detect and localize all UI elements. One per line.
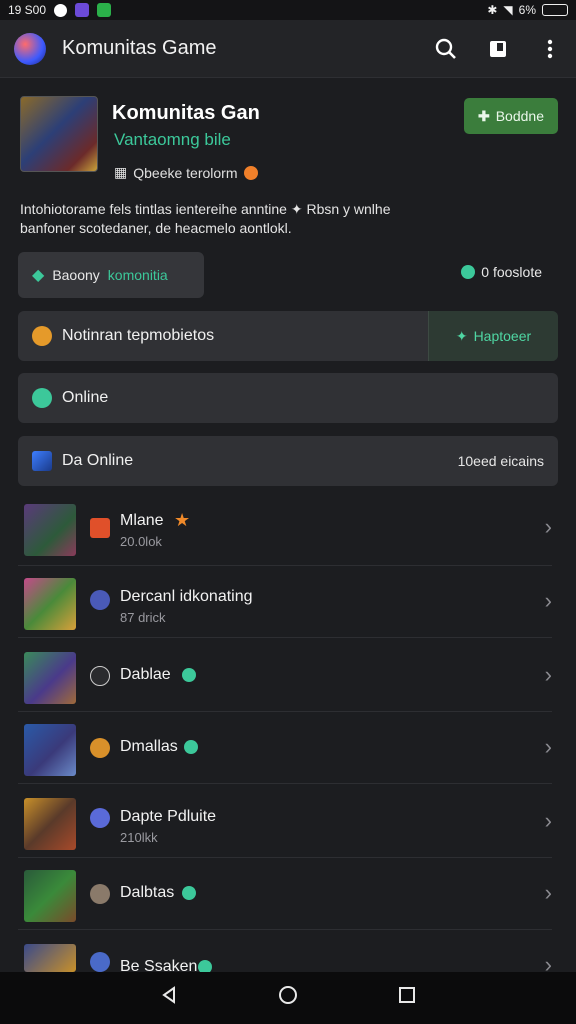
- gift-icon: ▦: [114, 164, 128, 180]
- members-icon: [461, 265, 476, 279]
- da-online-label: Da Online: [62, 452, 134, 469]
- chevron-right-icon: ›: [544, 514, 552, 539]
- online-status-icon: [184, 740, 198, 754]
- online-status-icon: [182, 668, 196, 682]
- badge-icon: [90, 884, 110, 904]
- online-label: Online: [62, 389, 109, 406]
- chevron-right-icon: ›: [544, 734, 552, 759]
- avatar: [24, 944, 76, 972]
- avatar: [24, 870, 76, 922]
- list-item[interactable]: Dmallas ›: [18, 712, 552, 784]
- search-icon[interactable]: [434, 37, 458, 61]
- list-item-name: Dapte Pdluite: [120, 808, 217, 825]
- bluetooth-icon: ✱: [487, 3, 498, 17]
- notification-icon-3: [97, 3, 112, 17]
- battery-icon: [542, 4, 568, 16]
- community-row: ◆ Baoony komonitia 0 fooslote: [18, 252, 558, 300]
- back-icon[interactable]: [157, 986, 181, 1010]
- notification-bar[interactable]: Notinran tepmobietos ✦ Haptoeer: [18, 311, 558, 361]
- community-pill[interactable]: ◆ Baoony komonitia: [18, 252, 204, 298]
- notification-icon-1: [54, 3, 68, 17]
- game-thumbnail: [20, 96, 98, 172]
- online-status-icon: [182, 886, 196, 900]
- notification-face-icon: [32, 326, 52, 346]
- badge-icon: [90, 738, 110, 758]
- notification-action[interactable]: ✦ Haptoeer: [428, 311, 558, 361]
- coin-icon: [243, 165, 258, 180]
- list-item-name: Dalbtas: [120, 884, 175, 901]
- app-title: Komunitas Game: [62, 37, 217, 59]
- list-item-sub: 20.0lok: [120, 534, 162, 549]
- chevron-right-icon: ›: [544, 808, 552, 833]
- app-bar: Komunitas Game: [0, 20, 576, 78]
- badge-icon: [90, 590, 110, 610]
- list-item-name: Dablae: [120, 666, 171, 683]
- avatar: [24, 724, 76, 776]
- list-item-name: Dercanl idkonating: [120, 588, 253, 605]
- chevron-right-icon: ›: [544, 588, 552, 613]
- plus-icon: ✚: [477, 107, 490, 124]
- system-nav-bar: [0, 972, 576, 1024]
- list-item[interactable]: Dalbtas ›: [18, 858, 552, 930]
- list-item-name: Mlane: [120, 512, 164, 529]
- list-item-sub: 210lkk: [120, 830, 158, 845]
- bookmark-icon[interactable]: [486, 37, 510, 61]
- list-item[interactable]: Dablae ›: [18, 640, 552, 712]
- list-item-name: Dmallas: [120, 738, 178, 755]
- battery-percent: 6%: [518, 3, 536, 17]
- game-description: Intohiotorame fels tintlas ientereihe an…: [20, 201, 391, 236]
- chevron-right-icon: ›: [544, 880, 552, 905]
- recents-icon[interactable]: [395, 986, 419, 1010]
- wifi-icon: ◥: [503, 3, 513, 17]
- avatar: [24, 578, 76, 630]
- join-button[interactable]: ✚ Boddne: [464, 98, 558, 134]
- list-item[interactable]: Dercanl idkonating 87 drick ›: [18, 566, 552, 638]
- member-count-text: 0 fooslote: [481, 264, 542, 280]
- status-bar: 19 S00 ✱ ◥ 6%: [0, 0, 576, 20]
- community-pill-accent: komonitia: [107, 267, 168, 283]
- list-item[interactable]: Dapte Pdluite 210lkk ›: [18, 786, 552, 858]
- da-online-count: 10eed eicains: [457, 453, 544, 469]
- game-meta-text: Qbeeke terolorm: [133, 164, 238, 181]
- list-item[interactable]: Mlane ★ 20.0lok ›: [18, 494, 552, 566]
- game-name: Komunitas Gan: [112, 102, 260, 124]
- game-meta: ▦ Qbeeke terolorm: [114, 164, 258, 181]
- list-item-sub: 87 drick: [120, 610, 166, 625]
- badge-icon: [90, 808, 110, 828]
- online-bar[interactable]: Online: [18, 373, 558, 423]
- chevron-right-icon: ›: [544, 662, 552, 687]
- community-pill-prefix: Baoony: [52, 267, 100, 283]
- member-count: 0 fooslote: [461, 264, 542, 280]
- status-time: 19 S00: [8, 3, 47, 17]
- da-online-icon: [32, 451, 52, 471]
- badge-icon: [90, 518, 110, 538]
- badge-icon: [90, 666, 110, 686]
- pin-icon: ✦: [455, 327, 468, 344]
- star-icon: ★: [174, 510, 191, 530]
- notification-action-label: Haptoeer: [473, 328, 532, 344]
- online-check-icon: [32, 388, 52, 408]
- app-logo: [14, 32, 46, 65]
- join-button-label: Boddne: [495, 108, 544, 124]
- notification-icon-2: [75, 3, 90, 17]
- heart-icon: ◆: [32, 267, 45, 284]
- more-vert-icon[interactable]: [538, 37, 562, 61]
- home-icon[interactable]: [276, 985, 300, 1011]
- avatar: [24, 504, 76, 556]
- avatar: [24, 798, 76, 850]
- da-online-bar[interactable]: Da Online 10eed eicains: [18, 436, 558, 486]
- notification-label: Notinran tepmobietos: [62, 327, 215, 344]
- avatar: [24, 652, 76, 704]
- game-subtitle: Vantaomng bile: [114, 130, 231, 149]
- badge-icon: [90, 952, 110, 972]
